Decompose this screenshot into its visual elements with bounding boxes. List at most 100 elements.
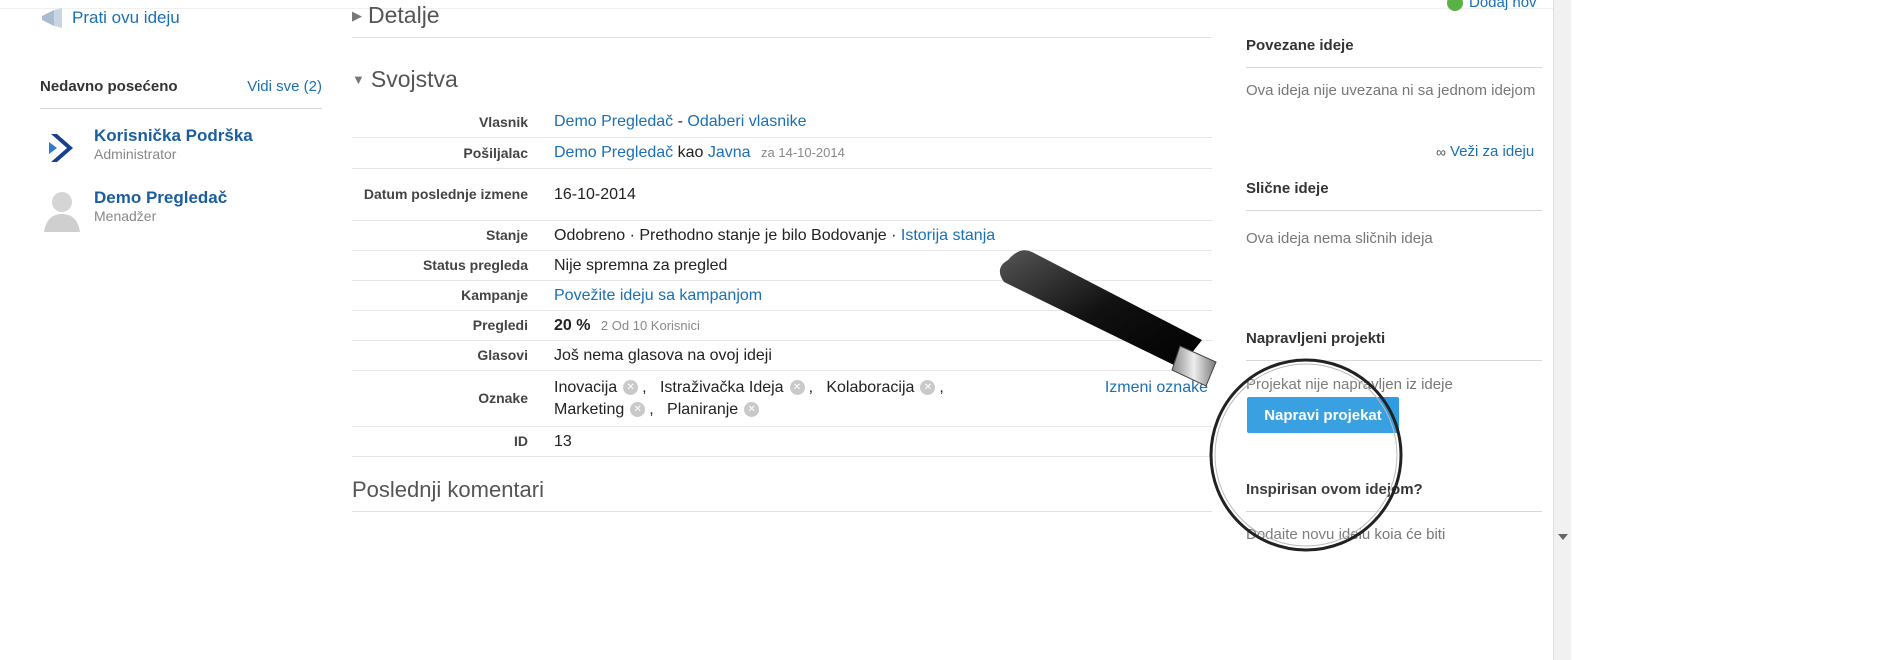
support-logo-icon: [49, 134, 73, 162]
property-row-modified: Datum poslednje izmene 16-10-2014: [352, 169, 1212, 221]
property-row-sender: Pošiljalac Demo Pregledač kao Javna za 1…: [352, 138, 1212, 169]
property-label: Pregledi: [472, 317, 528, 333]
recent-divider: [40, 108, 322, 109]
tag-label: Istraživačka Ideja: [659, 378, 784, 396]
recent-person[interactable]: Korisnička Podrška Administrator: [40, 126, 322, 170]
remove-tag-icon[interactable]: ✕: [744, 401, 760, 417]
recent-person[interactable]: Demo Pregledač Menadžer: [40, 188, 322, 232]
edit-tags-link[interactable]: Izmeni oznake: [1105, 377, 1208, 399]
remove-tag-icon[interactable]: ✕: [623, 379, 639, 395]
property-label: Status pregleda: [422, 257, 528, 273]
projects-text: Projekat nije napravljen iz ideje: [1246, 376, 1453, 393]
inspired-divider: [1246, 511, 1542, 512]
top-divider: [0, 8, 1553, 9]
caret-down-icon: ▼: [352, 72, 365, 87]
property-row-owner: Vlasnik Demo Pregledač - Odaberi vlasnik…: [352, 107, 1212, 138]
inspired-text: Dodaite novu ideiu koia će biti: [1246, 526, 1446, 543]
properties-title: Svojstva: [370, 66, 458, 92]
create-project-button[interactable]: Napravi projekat: [1247, 397, 1399, 433]
owner-separator: -: [673, 113, 688, 130]
add-icon: [1447, 0, 1463, 11]
latest-comments-label: Poslednji komentari: [352, 477, 544, 502]
details-section-toggle[interactable]: ▶ Detalje: [352, 2, 440, 29]
tag-label: Marketing: [554, 400, 625, 418]
property-row-state: Stanje Odobreno · Prethodno stanje je bi…: [352, 221, 1212, 251]
tag: Kolaboracija ✕,: [826, 378, 944, 396]
views-percent: 20 %: [554, 316, 591, 334]
sender-user-link[interactable]: Demo Pregledač: [554, 144, 673, 161]
property-label: Kampanje: [461, 287, 528, 303]
similar-ideas-text: Ova ideja nema sličnih ideja: [1246, 230, 1433, 247]
scroll-down-arrow-icon[interactable]: [1558, 534, 1568, 540]
add-new-label[interactable]: Dodaj nov: [1469, 0, 1537, 11]
link-idea-button[interactable]: ∞ Veži za ideju: [1436, 143, 1534, 160]
related-ideas-title: Povezane ideje: [1246, 37, 1354, 54]
property-row-review-status: Status pregleda Nije spremna za pregled: [352, 251, 1212, 281]
tag: Planiranje ✕: [667, 401, 763, 418]
remove-tag-icon[interactable]: ✕: [630, 401, 646, 417]
property-label: Vlasnik: [478, 113, 528, 130]
related-ideas-text: Ova ideja nije uvezana ni sa jednom idej…: [1246, 82, 1536, 99]
tag: Marketing ✕,: [554, 400, 663, 418]
sender-as-text: kao: [673, 144, 708, 161]
property-label: Stanje: [485, 227, 528, 243]
property-value: Demo Pregledač kao Javna za 14-10-2014: [542, 142, 1212, 164]
property-row-views: Pregledi 20 % 2 Od 10 Korisnici: [352, 311, 1212, 341]
property-label: Datum poslednje izmene: [363, 186, 528, 202]
property-row-campaigns: Kampanje Povežite ideju sa kampanjom: [352, 281, 1212, 311]
related-divider: [1246, 67, 1542, 68]
avatar: [40, 188, 84, 232]
link-chain-icon: ∞: [1436, 143, 1446, 160]
property-label: Glasovi: [477, 347, 528, 363]
property-row-id: ID 13: [352, 427, 1212, 457]
person-name[interactable]: Korisnička Podrška: [94, 126, 253, 146]
views-detail: 2 Od 10 Korisnici: [600, 317, 700, 333]
details-divider: [352, 37, 1212, 38]
comments-divider: [352, 511, 1212, 512]
vertical-scrollbar[interactable]: [1553, 0, 1571, 660]
tag-label: Planiranje: [667, 400, 739, 418]
property-value: Nije spremna za pregled: [554, 256, 728, 274]
choose-owners-link[interactable]: Odaberi vlasnike: [687, 113, 806, 130]
property-value: 20 % 2 Od 10 Korisnici: [542, 315, 1212, 337]
similar-ideas-title: Slične ideje: [1246, 180, 1329, 197]
properties-section-toggle[interactable]: ▼ Svojstva: [352, 66, 458, 93]
property-value: Demo Pregledač - Odaberi vlasnike: [542, 111, 1212, 133]
created-projects-title: Napravljeni projekti: [1246, 330, 1386, 347]
details-title: Detalje: [368, 2, 440, 28]
similar-divider: [1246, 210, 1542, 211]
link-campaign-link[interactable]: Povežite ideju sa kampanjom: [554, 287, 762, 304]
follow-idea-link[interactable]: Prati ovu ideju: [40, 8, 180, 28]
visibility-link[interactable]: Javna: [708, 144, 751, 161]
properties-table: Vlasnik Demo Pregledač - Odaberi vlasnik…: [352, 107, 1212, 457]
remove-tag-icon[interactable]: ✕: [920, 379, 936, 395]
follow-idea-label[interactable]: Prati ovu ideju: [72, 8, 180, 28]
default-user-icon: [44, 192, 80, 232]
latest-comments-title: Poslednji komentari: [352, 477, 544, 503]
tag-label: Kolaboracija: [826, 378, 915, 396]
avatar: [40, 126, 84, 170]
property-row-votes: Glasovi Još nema glasova na ovoj ideji: [352, 341, 1212, 371]
property-row-tags: Oznake Izmeni oznake Inovacija ✕, Istraži…: [352, 371, 1212, 427]
tag: Istraživačka Ideja ✕,: [659, 378, 822, 396]
person-role: Administrator: [94, 146, 177, 162]
property-value: Povežite ideju sa kampanjom: [542, 285, 1212, 307]
add-new-link[interactable]: Dodaj nov: [1447, 0, 1537, 11]
caret-right-icon: ▶: [352, 7, 362, 23]
state-history-link[interactable]: Istorija stanja: [901, 227, 995, 244]
owner-user-link[interactable]: Demo Pregledač: [554, 113, 673, 130]
state-text: Odobreno · Prethodno stanje je bilo Bodo…: [554, 226, 901, 244]
person-name[interactable]: Demo Pregledač: [94, 188, 227, 208]
recently-visited-header: Nedavno posećeno Vidi sve (2): [40, 78, 322, 95]
property-value: Izmeni oznake Inovacija ✕, Istraživačka I…: [542, 377, 1212, 421]
megaphone-icon: [42, 8, 62, 28]
property-label: ID: [514, 433, 528, 449]
link-idea-label[interactable]: Veži za ideju: [1450, 143, 1534, 160]
view-all-link[interactable]: Vidi sve (2): [247, 78, 322, 95]
tag-label: Inovacija: [554, 378, 618, 396]
remove-tag-icon[interactable]: ✕: [789, 379, 805, 395]
sender-date: za 14-10-2014: [761, 145, 845, 160]
recently-visited-title: Nedavno posećeno: [40, 78, 178, 95]
projects-divider: [1246, 360, 1542, 361]
tag: Inovacija ✕,: [554, 378, 656, 396]
